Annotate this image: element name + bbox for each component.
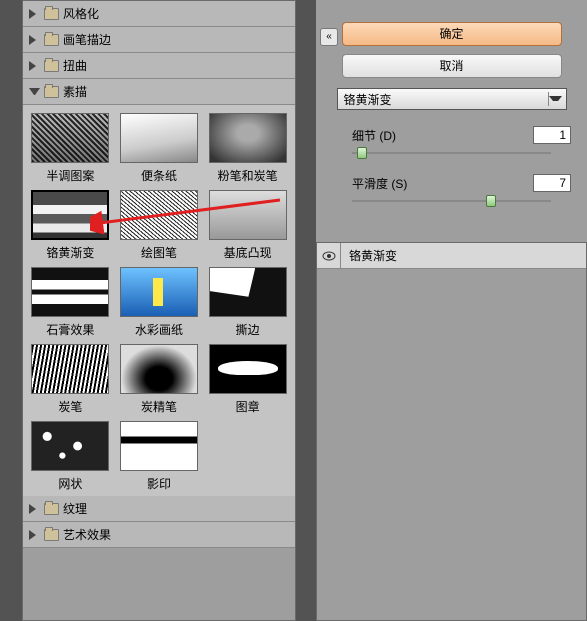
filter-thumb-chrome[interactable]: 铬黄渐变 (29, 190, 112, 261)
thumb-label: 撕边 (236, 321, 260, 338)
category-brush-strokes[interactable]: 画笔描边 (23, 27, 295, 53)
thumb-preview (120, 421, 198, 471)
thumb-label: 炭笔 (58, 398, 82, 415)
thumb-label: 绘图笔 (141, 244, 177, 261)
disclosure-triangle-icon (29, 34, 40, 45)
thumb-preview (31, 113, 109, 163)
folder-icon (44, 529, 59, 541)
filter-thumb-graphic[interactable]: 绘图笔 (118, 190, 201, 261)
category-label: 画笔描边 (63, 31, 111, 48)
thumb-label: 炭精笔 (141, 398, 177, 415)
thumb-preview (209, 267, 287, 317)
thumb-preview (209, 190, 287, 240)
param-smooth-input[interactable] (533, 174, 571, 192)
thumb-preview (209, 344, 287, 394)
filter-thumb-chalk[interactable]: 粉笔和炭笔 (206, 113, 289, 184)
thumb-label: 影印 (147, 475, 171, 492)
slider-thumb-icon[interactable] (486, 195, 496, 207)
disclosure-triangle-icon (29, 529, 40, 540)
folder-icon (44, 34, 59, 46)
thumb-label: 图章 (236, 398, 260, 415)
filter-options-panel: 确定 取消 铬黄渐变 细节 (D) 平滑度 (S) (316, 0, 587, 232)
filter-thumb-retic[interactable]: 网状 (29, 421, 112, 492)
slider-thumb-icon[interactable] (357, 147, 367, 159)
folder-icon (44, 60, 59, 72)
param-smooth-label: 平滑度 (S) (352, 175, 533, 192)
filter-thumb-water[interactable]: 水彩画纸 (118, 267, 201, 338)
chevron-down-icon (548, 92, 562, 106)
slider-track (352, 152, 551, 154)
param-smooth-row: 平滑度 (S) (352, 174, 571, 192)
category-distort[interactable]: 扭曲 (23, 53, 295, 79)
filter-thumb-stamp[interactable]: 图章 (206, 344, 289, 415)
thumb-preview (31, 267, 109, 317)
thumb-label: 基底凸现 (224, 244, 272, 261)
visibility-toggle[interactable] (317, 243, 341, 269)
filter-thumb-photocopy[interactable]: 影印 (118, 421, 201, 492)
param-detail-row: 细节 (D) (352, 126, 571, 144)
thumb-label: 铬黄渐变 (46, 244, 94, 261)
param-detail-label: 细节 (D) (352, 127, 533, 144)
thumb-preview (120, 344, 198, 394)
disclosure-triangle-icon (29, 60, 40, 71)
filter-thumb-bas[interactable]: 基底凸现 (206, 190, 289, 261)
thumb-label: 便条纸 (141, 167, 177, 184)
thumb-label: 石膏效果 (46, 321, 94, 338)
category-label: 扭曲 (63, 57, 87, 74)
category-label: 风格化 (63, 5, 99, 22)
param-smooth-slider[interactable] (352, 194, 551, 208)
ok-button[interactable]: 确定 (342, 22, 562, 46)
disclosure-triangle-icon (29, 8, 40, 19)
thumb-label: 水彩画纸 (135, 321, 183, 338)
filter-thumb-plaster[interactable]: 石膏效果 (29, 267, 112, 338)
effect-layer-row[interactable]: 铬黄渐变 (317, 243, 586, 269)
effect-layer-label: 铬黄渐变 (341, 247, 397, 264)
thumb-preview (31, 344, 109, 394)
folder-icon (44, 503, 59, 515)
category-artistic[interactable]: 艺术效果 (23, 522, 295, 548)
effect-layers-panel: 铬黄渐变 (316, 242, 587, 621)
param-detail-input[interactable] (533, 126, 571, 144)
filter-select-dropdown[interactable]: 铬黄渐变 (337, 88, 567, 110)
filter-thumb-charcoal2[interactable]: 炭精笔 (118, 344, 201, 415)
filter-thumb-charcoal[interactable]: 炭笔 (29, 344, 112, 415)
sketch-thumbnails-grid: 半调图案 便条纸 粉笔和炭笔铬黄渐变 绘图笔 基底凸现石膏效果 水彩画纸 撕边炭笔 炭精笔 图章… (23, 105, 295, 496)
thumb-label: 粉笔和炭笔 (218, 167, 278, 184)
filter-thumb-halftone[interactable]: 半调图案 (29, 113, 112, 184)
filter-category-panel: 风格化 画笔描边 扭曲 素描 半调图案 便条纸 粉笔和炭笔铬黄渐变 绘图笔 基底凸现石膏… (22, 0, 296, 621)
folder-icon (44, 8, 59, 20)
category-texture[interactable]: 纹理 (23, 496, 295, 522)
thumb-preview (31, 190, 109, 240)
collapse-panel-button[interactable]: « (320, 28, 338, 46)
category-label: 艺术效果 (63, 526, 111, 543)
category-sketch[interactable]: 素描 (23, 79, 295, 105)
disclosure-triangle-icon (29, 503, 40, 514)
folder-icon (44, 86, 59, 98)
thumb-preview (31, 421, 109, 471)
thumb-preview (120, 267, 198, 317)
thumb-preview (120, 190, 198, 240)
dropdown-selected-label: 铬黄渐变 (344, 91, 392, 108)
category-label: 纹理 (63, 500, 87, 517)
disclosure-triangle-icon (29, 86, 40, 97)
filter-thumb-note[interactable]: 便条纸 (118, 113, 201, 184)
cancel-button[interactable]: 取消 (342, 54, 562, 78)
param-detail-slider[interactable] (352, 146, 551, 160)
thumb-preview (120, 113, 198, 163)
thumb-label: 半调图案 (46, 167, 94, 184)
filter-thumb-torn[interactable]: 撕边 (206, 267, 289, 338)
slider-track (352, 200, 551, 202)
thumb-label: 网状 (58, 475, 82, 492)
eye-icon (322, 251, 336, 261)
category-stylize[interactable]: 风格化 (23, 1, 295, 27)
thumb-preview (209, 113, 287, 163)
category-label: 素描 (63, 83, 87, 100)
